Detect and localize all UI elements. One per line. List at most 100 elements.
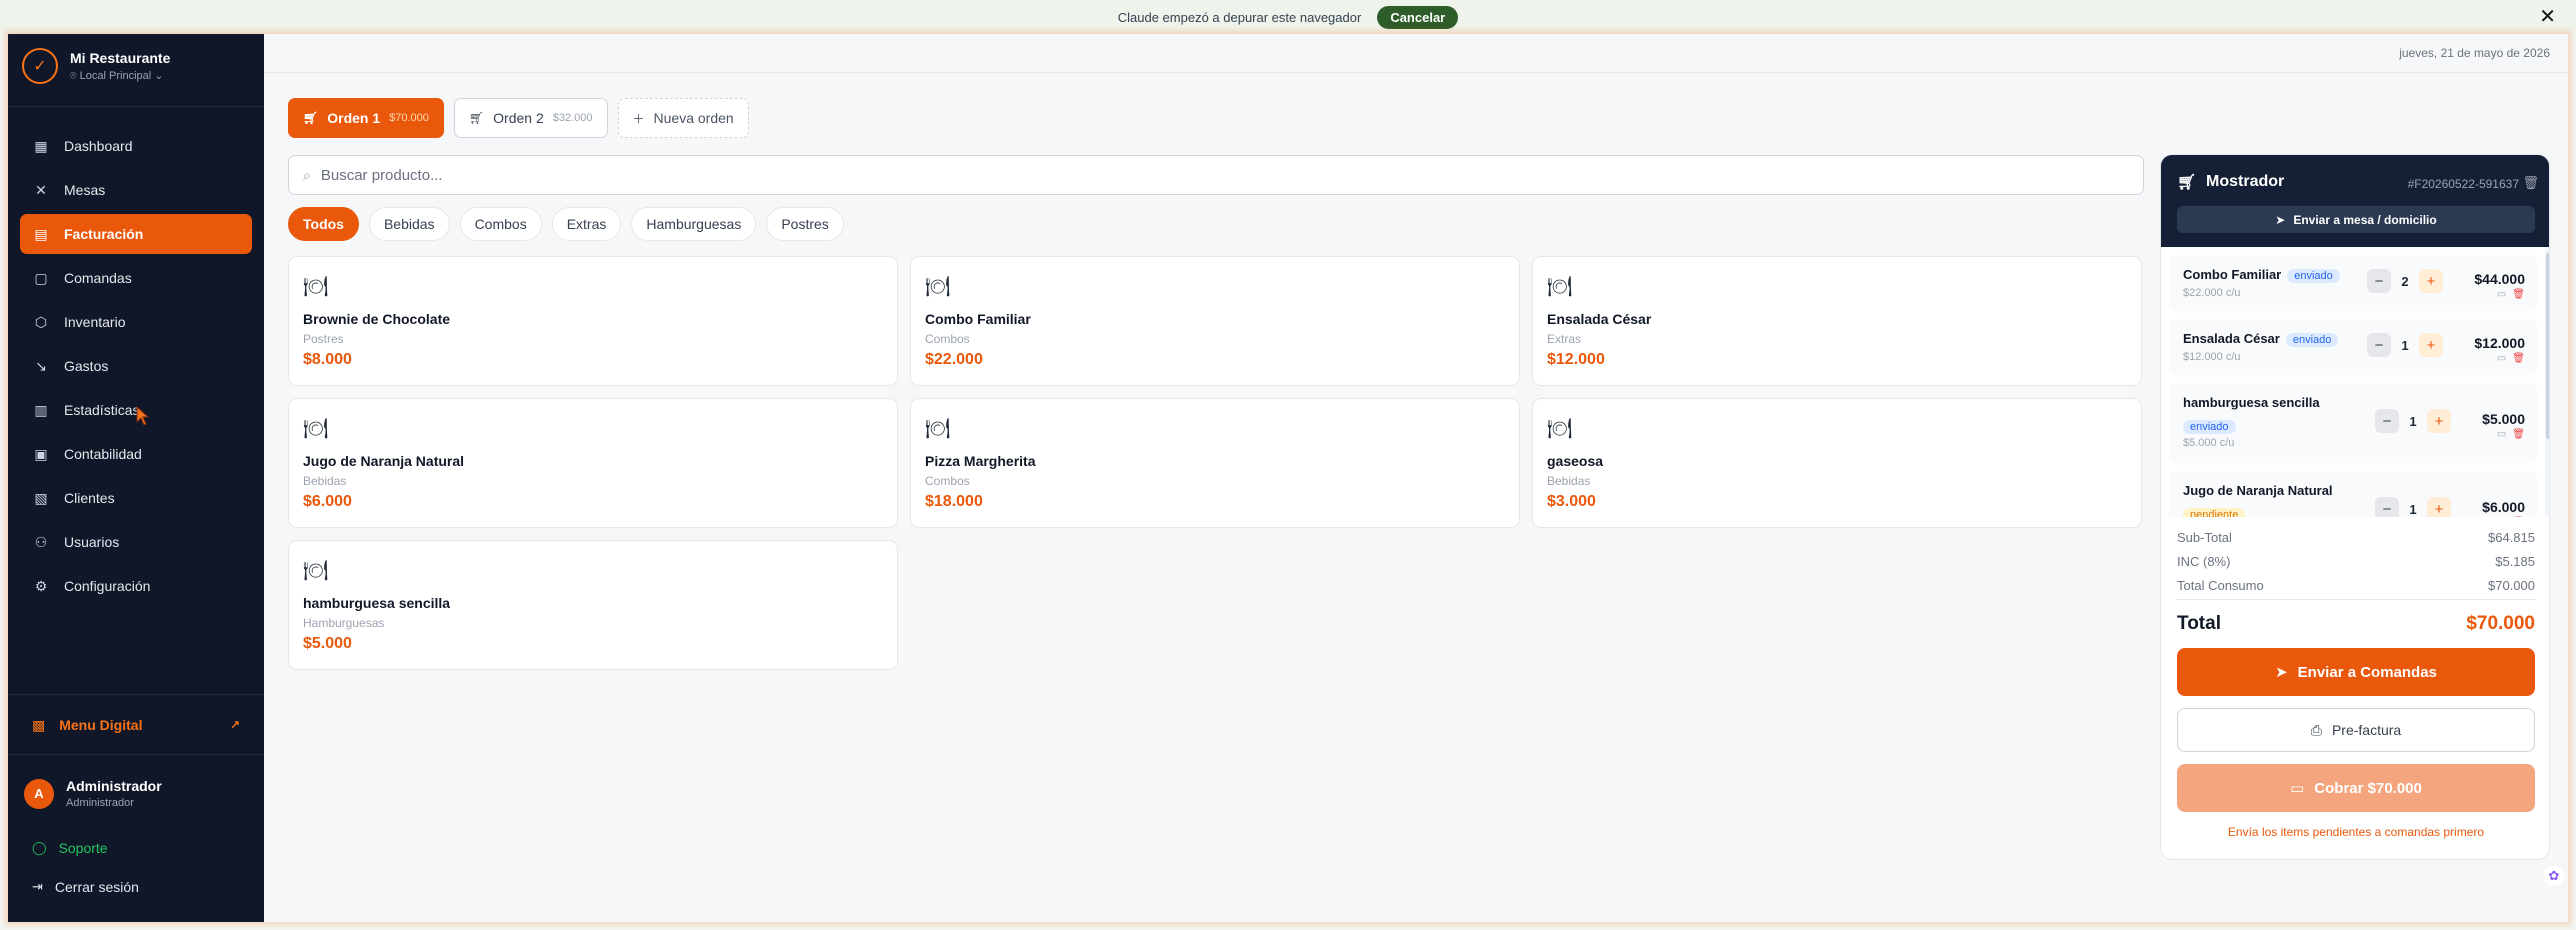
menu-digital-link[interactable]: ▩ Menu Digital ↗ <box>20 707 252 743</box>
trash-icon[interactable]: 🗑︎ <box>2522 175 2539 191</box>
new-order-button[interactable]: ＋ Nueva orden <box>617 98 749 138</box>
sidebar-item-clientes[interactable]: ▧ Clientes <box>20 478 252 518</box>
category-chip[interactable]: Hamburguesas <box>631 207 757 241</box>
product-price: $18.000 <box>925 493 983 510</box>
send-to-kitchen-label: Enviar a Comandas <box>2297 663 2437 681</box>
trash-icon[interactable]: 🗑︎ <box>2512 429 2525 440</box>
logout-button[interactable]: ⇥ Cerrar sesión <box>32 879 139 895</box>
search-input[interactable] <box>320 166 2101 184</box>
support-label: Soporte <box>58 840 108 856</box>
sidebar-item-configuracion[interactable]: ⚙ Configuración <box>20 566 252 606</box>
product-card[interactable]: 🍽︎ gaseosa Bebidas $3.000 <box>1532 398 2142 528</box>
total-label: Total <box>2177 613 2221 634</box>
category-chip[interactable]: Extras <box>551 207 622 241</box>
trash-icon[interactable]: 🗑︎ <box>2512 289 2525 300</box>
product-category: Extras <box>1547 332 1582 346</box>
item-total: $44.000 <box>2474 271 2525 287</box>
sidebar-item-facturacion[interactable]: ▤ Facturación <box>20 214 252 254</box>
sidebar-item-inventario[interactable]: ⬡ Inventario <box>20 302 252 342</box>
product-card[interactable]: 🍽︎ Jugo de Naranja Natural Bebidas $6.000 <box>288 398 898 528</box>
comment-icon[interactable]: ▭ <box>2497 289 2506 300</box>
product-card[interactable]: 🍽︎ hamburguesa sencilla Hamburguesas $5.000 <box>288 540 898 670</box>
gear-icon: ⚙ <box>34 577 48 594</box>
product-card[interactable]: 🍽︎ Pizza Margherita Combos $18.000 <box>910 398 1520 528</box>
close-icon[interactable]: ✕ <box>2539 4 2556 29</box>
divider <box>2177 599 2535 600</box>
sidebar-item-label: Usuarios <box>64 534 120 550</box>
assistant-icon[interactable]: ✿ <box>2544 866 2564 886</box>
users-icon: ⚇ <box>34 533 48 550</box>
comment-icon[interactable]: ▭ <box>2497 429 2506 440</box>
total-consumo-label: Total Consumo <box>2177 577 2264 593</box>
increase-qty-button[interactable]: + <box>2419 333 2443 357</box>
sidebar: ✓ Mi Restaurante ⌾ Local Principal ⌄ ▦ Da… <box>8 34 264 922</box>
sidebar-item-gastos[interactable]: ↘ Gastos <box>20 346 252 386</box>
sidebar-item-label: Dashboard <box>64 138 133 154</box>
debug-banner: Claude empezó a depurar este navegador C… <box>0 0 2576 34</box>
increase-qty-button[interactable]: + <box>2419 269 2443 293</box>
decrease-qty-button[interactable]: − <box>2375 497 2399 517</box>
search-icon: ⌕ <box>303 166 311 183</box>
order-tab-2[interactable]: 🛒︎ Orden 2 $32.000 <box>453 98 608 138</box>
sidebar-item-comandas[interactable]: ▢ Comandas <box>20 258 252 298</box>
product-card[interactable]: 🍽︎ Ensalada César Extras $12.000 <box>1532 256 2142 386</box>
item-status-badge: enviado <box>2285 333 2339 347</box>
user-profile[interactable]: A Administrador Administrador <box>24 778 162 809</box>
brand[interactable]: ✓ Mi Restaurante ⌾ Local Principal ⌄ <box>22 48 170 84</box>
menu-digital-label: Menu Digital <box>59 717 143 733</box>
send-to-kitchen-button[interactable]: ➤ Enviar a Comandas <box>2177 648 2535 696</box>
item-status-badge: pendiente <box>2183 508 2246 517</box>
qr-code-icon: ▩ <box>32 716 46 733</box>
sidebar-item-label: Facturación <box>64 226 144 242</box>
increase-qty-button[interactable]: + <box>2427 497 2451 517</box>
sidebar-item-label: Mesas <box>64 182 106 198</box>
category-chip[interactable]: Postres <box>766 207 844 241</box>
sidebar-item-usuarios[interactable]: ⚇ Usuarios <box>20 522 252 562</box>
sidebar-item-mesas[interactable]: ✕ Mesas <box>20 170 252 210</box>
product-category: Postres <box>303 332 344 346</box>
send-to-table-label: Enviar a mesa / domicilio <box>2293 212 2437 227</box>
location-name: Local Principal <box>79 69 152 82</box>
item-qty: 1 <box>2409 502 2417 517</box>
decrease-qty-button[interactable]: − <box>2367 269 2391 293</box>
comment-icon[interactable]: ▭ <box>2497 353 2506 364</box>
order-item: Ensalada César enviado $12.000 c/u −1 + $12.0… <box>2169 319 2537 375</box>
order-tabs: 🛒︎ Orden 1 $70.000 🛒︎ Orden 2 $32.000 ＋ … <box>288 98 759 138</box>
new-order-label: Nueva orden <box>653 110 734 126</box>
product-price: $22.000 <box>925 351 983 368</box>
logout-icon: ⇥ <box>32 879 43 894</box>
package-icon: ⬡ <box>34 313 48 330</box>
item-status-badge: enviado <box>2287 269 2340 283</box>
category-chip[interactable]: Todos <box>288 207 359 241</box>
chat-icon: ◯ <box>32 840 47 855</box>
decrease-qty-button[interactable]: − <box>2367 333 2391 357</box>
order-tab-1[interactable]: 🛒︎ Orden 1 $70.000 <box>288 98 444 138</box>
location-selector[interactable]: ⌾ Local Principal ⌄ <box>70 69 170 83</box>
external-link-icon: ↗ <box>229 718 240 732</box>
product-card[interactable]: 🍽︎ Combo Familiar Combos $22.000 <box>910 256 1520 386</box>
trash-icon[interactable]: 🗑︎ <box>2512 353 2525 364</box>
category-chip[interactable]: Bebidas <box>368 207 450 241</box>
send-to-table-button[interactable]: ➤ Enviar a mesa / domicilio <box>2177 206 2535 233</box>
charge-button[interactable]: ▭ Cobrar $70.000 <box>2177 764 2535 812</box>
app-window: ✓ Mi Restaurante ⌾ Local Principal ⌄ ▦ Da… <box>8 34 2568 922</box>
item-total: $12.000 <box>2474 335 2525 351</box>
scrollbar[interactable] <box>2545 247 2549 517</box>
pre-invoice-button[interactable]: ⎙ Pre-factura <box>2177 708 2535 752</box>
printer-icon: ⎙ <box>2310 721 2322 738</box>
product-name: Jugo de Naranja Natural <box>303 453 465 469</box>
sidebar-item-dashboard[interactable]: ▦ Dashboard <box>20 126 252 166</box>
product-card[interactable]: 🍽︎ Brownie de Chocolate Postres $8.000 <box>288 256 898 386</box>
decrease-qty-button[interactable]: − <box>2375 409 2399 433</box>
send-icon: ➤ <box>2275 212 2286 227</box>
support-link[interactable]: ◯ Soporte <box>32 840 108 856</box>
sidebar-item-contabilidad[interactable]: ▣ Contabilidad <box>20 434 252 474</box>
cancel-debug-button[interactable]: Cancelar <box>1377 5 1459 29</box>
user-role: Administrador <box>66 797 134 809</box>
dashboard-icon: ▦ <box>34 137 48 154</box>
scrollbar-thumb[interactable] <box>2546 253 2549 439</box>
increase-qty-button[interactable]: + <box>2427 409 2451 433</box>
product-name: hamburguesa sencilla <box>303 595 451 611</box>
category-chip[interactable]: Combos <box>459 207 542 241</box>
divider <box>8 106 264 107</box>
